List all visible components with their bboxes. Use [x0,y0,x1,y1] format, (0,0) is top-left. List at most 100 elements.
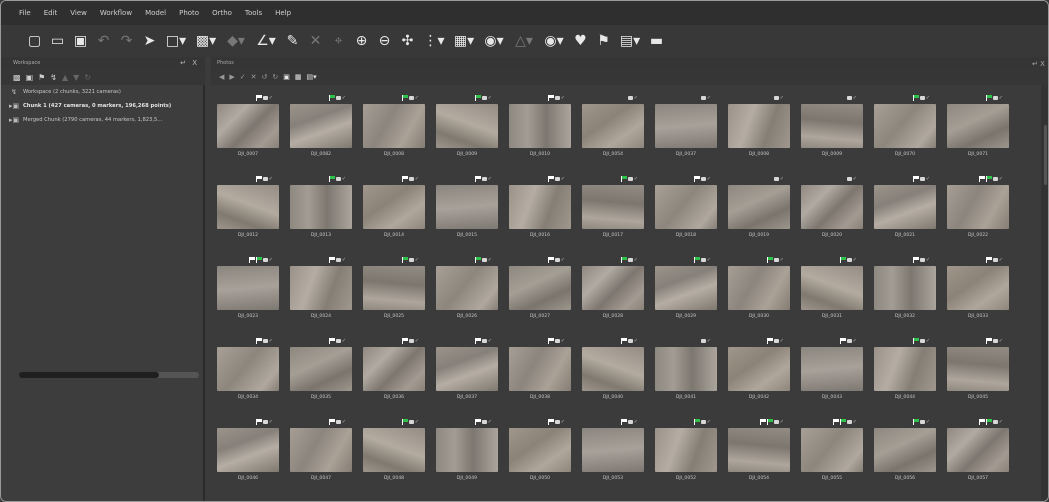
fit-view-icon[interactable]: ⋮▾ [423,33,445,49]
pane-controls[interactable]: ↵ X [180,59,199,67]
prev-icon[interactable]: ◀ [219,73,224,81]
menu-view[interactable]: View [70,9,87,17]
photo-thumbnail[interactable]: ✓ DJI_0034 [217,333,279,415]
photo-thumbnail[interactable]: ✓ DJI_0019 [728,171,790,253]
menu-edit[interactable]: Edit [44,9,58,17]
photo-thumbnail[interactable]: ✓ DJI_0041 [655,333,717,415]
screenshot-icon[interactable]: ◉▾ [543,33,565,49]
next-icon[interactable]: ▶ [229,73,234,81]
photo-thumbnail[interactable]: ✓ DJI_0027 [509,252,571,334]
undo-icon[interactable]: ↶ [96,33,111,49]
crop-icon[interactable]: ⌖ [331,33,346,49]
new-document-icon[interactable]: ▢ [27,33,42,49]
photo-thumbnail[interactable]: ✓ DJI_0015 [436,171,498,253]
photo-thumbnail[interactable]: ✓ DJI_0032 [874,252,936,334]
add-marker-icon[interactable]: ⚑ [38,73,45,82]
pointer-icon[interactable]: ➤ [142,33,157,49]
photo-thumbnail[interactable]: ✓ DJI_0009 [436,90,498,172]
photo-thumbnail[interactable]: ✓ DJI_0071 [947,90,1009,172]
photo-thumbnail[interactable]: ✓ DJI_0020 [801,171,863,253]
redo-icon[interactable]: ↷ [119,33,134,49]
photo-thumbnail[interactable]: ✓ DJI_0024 [290,252,352,334]
photo-thumbnail[interactable]: ✓ DJI_0082 [290,90,352,172]
photo-thumbnail[interactable]: ✓ DJI_0012 [217,171,279,253]
photo-thumbnail[interactable]: ✓ DJI_0033 [947,252,1009,334]
add-photos-icon[interactable]: ▣ [26,73,34,82]
tiled-model-icon[interactable]: △▾ [513,33,535,49]
vertical-scrollbar[interactable] [1041,85,1048,501]
workspace-root[interactable]: ↯ Workspace (2 chunks, 3221 cameras) [1,85,203,99]
photo-thumbnail[interactable]: ✓ DJI_0026 [436,252,498,334]
rectangle-select-icon[interactable]: □▾ [165,33,187,49]
photo-thumbnail[interactable]: ✓ DJI_0037 [655,90,717,172]
flag-icon[interactable]: ⚑ [596,33,611,49]
photo-thumbnail[interactable]: ✓ DJI_0014 [363,171,425,253]
photo-thumbnail[interactable]: ✓ DJI_0030 [728,252,790,334]
photo-thumbnail[interactable]: ✓ DJI_0018 [655,171,717,253]
remove-icon[interactable]: ↯ [50,73,57,82]
photo-thumbnail[interactable]: ✓ DJI_0025 [363,252,425,334]
menu-model[interactable]: Model [145,9,166,17]
photo-thumbnail[interactable]: ✓ DJI_0054 [582,90,644,172]
move-down-icon[interactable]: ▼ [73,73,79,82]
tree-item-chunk-1[interactable]: ▸▣ Chunk 1 (427 cameras, 0 markers, 196,… [1,99,203,113]
tree-item-merged-chunk[interactable]: ▸▣ Merged Chunk (2790 cameras, 44 marker… [1,113,203,127]
photo-thumbnail[interactable]: ✓ DJI_0040 [582,333,644,415]
photo-thumbnail[interactable]: ✓ DJI_0021 [874,171,936,253]
navigate-icon[interactable]: ✣ [400,33,415,49]
photo-thumbnail[interactable]: ✓ DJI_0022 [947,171,1009,253]
photo-thumbnail[interactable]: ✓ DJI_0052 [655,414,717,496]
photo-thumbnail[interactable]: ✓ DJI_0046 [217,414,279,496]
photo-thumbnail[interactable]: ✓ DJI_0049 [436,414,498,496]
photo-thumbnail[interactable]: ✓ DJI_0054 [728,414,790,496]
photo-thumbnail[interactable]: ✓ DJI_0009 [801,90,863,172]
ruler-icon[interactable]: ∠▾ [255,33,277,49]
view-details-icon[interactable]: ▦ [295,73,302,81]
photo-thumbnail[interactable]: ✓ DJI_0050 [509,414,571,496]
photo-thumbnail[interactable]: ✓ DJI_0035 [290,333,352,415]
disable-icon[interactable]: ✕ [251,73,257,81]
photo-thumbnail[interactable]: ✓ DJI_0047 [290,414,352,496]
menu-workflow[interactable]: Workflow [100,9,132,17]
photo-thumbnail[interactable]: ✓ DJI_0045 [947,333,1009,415]
database-icon[interactable]: ▬ [649,33,664,49]
photo-thumbnail[interactable]: ✓ DJI_0048 [363,414,425,496]
photos-pane-controls[interactable]: ↵ X [1032,60,1045,68]
layers-icon[interactable]: ▩▾ [195,33,217,49]
photo-thumbnail[interactable]: ✓ DJI_0023 [217,252,279,334]
menu-tools[interactable]: Tools [245,9,262,17]
scrollbar-thumb[interactable] [19,372,160,378]
zoom-out-icon[interactable]: ⊖ [377,33,392,49]
photo-thumbnail[interactable]: ✓ DJI_0037 [436,333,498,415]
photo-thumbnail[interactable]: ✓ DJI_0016 [509,171,571,253]
photo-thumbnail[interactable]: ✓ DJI_0031 [801,252,863,334]
camera-model-icon[interactable]: ◉▾ [483,33,505,49]
photo-thumbnail[interactable]: ✓ DJI_0017 [582,171,644,253]
photo-thumbnail[interactable]: ✓ DJI_0010 [509,90,571,172]
enable-icon[interactable]: ✓ [240,73,246,81]
menu-help[interactable]: Help [275,9,291,17]
view-thumbnails-icon[interactable]: ▣ [283,73,290,81]
rotate-left-icon[interactable]: ↺ [262,73,268,81]
delete-icon[interactable]: ✕ [308,33,323,49]
brush-icon[interactable]: ✎ [285,33,300,49]
move-up-icon[interactable]: ▲ [62,73,68,82]
photo-thumbnail[interactable]: ✓ DJI_0008 [363,90,425,172]
rotate-right-icon[interactable]: ↻ [272,73,278,81]
photo-thumbnail[interactable]: ✓ DJI_0043 [801,333,863,415]
photo-thumbnail[interactable]: ✓ DJI_0056 [874,414,936,496]
photo-thumbnail[interactable]: ✓ DJI_0044 [874,333,936,415]
photo-thumbnail[interactable]: ✓ DJI_0008 [728,90,790,172]
photo-thumbnail[interactable]: ✓ DJI_0070 [874,90,936,172]
open-folder-icon[interactable]: ▭ [50,33,65,49]
grid-icon[interactable]: ▦▾ [453,33,475,49]
menu-ortho[interactable]: Ortho [212,9,232,17]
add-chunk-icon[interactable]: ▩ [13,73,21,82]
photo-thumbnail[interactable]: ✓ DJI_0038 [509,333,571,415]
menu-file[interactable]: File [19,9,31,17]
chart-icon[interactable]: ▤▾ [619,33,641,49]
photo-thumbnail[interactable]: ✓ DJI_0029 [655,252,717,334]
zoom-in-icon[interactable]: ⊕ [354,33,369,49]
horizontal-scrollbar[interactable] [19,372,199,378]
photo-thumbnail[interactable]: ✓ DJI_0013 [290,171,352,253]
